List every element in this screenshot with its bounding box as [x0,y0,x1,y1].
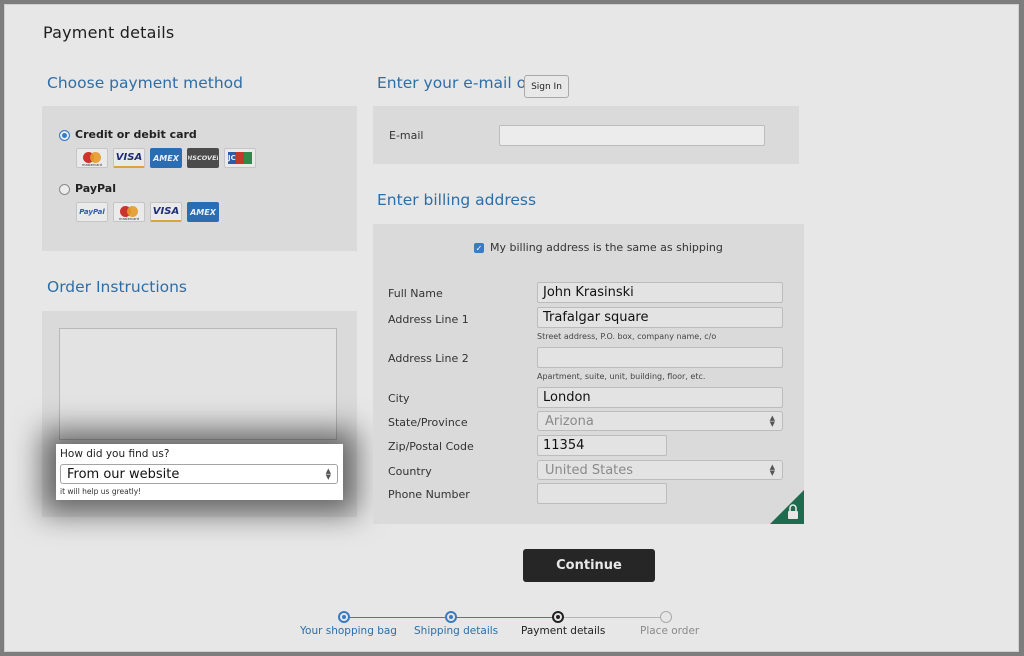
step-label-payment: Payment details [521,625,606,637]
payment-method-panel: Credit or debit card mastercard VISA AME… [42,106,357,251]
phone-input[interactable] [537,483,667,504]
step-dot-shipping[interactable] [445,611,457,623]
email-panel: E-mail [373,106,799,164]
billing-panel: ✓ My billing address is the same as ship… [373,224,804,524]
step-label-shopping-bag[interactable]: Your shopping bag [300,625,397,637]
full-name-input[interactable]: John Krasinski [537,282,783,303]
select-arrows-icon: ▲ ▼ [769,463,775,477]
secure-badge [770,490,804,524]
step-dot-payment [552,611,564,623]
address1-hint: Street address, P.O. box, company name, … [537,332,717,341]
progress-line-done-1 [344,617,451,618]
address2-hint: Apartment, suite, unit, building, floor,… [537,372,706,381]
progress-line-done-2 [451,617,558,618]
same-as-shipping-checkbox[interactable]: ✓ [474,243,484,253]
zip-label: Zip/Postal Code [388,440,474,453]
amex-icon: AMEX [150,148,182,168]
payment-method-heading: Choose payment method [47,74,243,92]
find-us-select[interactable]: From our website ▲ ▼ [60,464,338,484]
state-select[interactable]: Arizona ▲ ▼ [537,411,783,431]
state-selected-value: Arizona [545,413,594,429]
card-radio[interactable] [59,130,70,141]
payment-page: Payment details Choose payment method Cr… [4,4,1019,652]
select-arrows-icon: ▲ ▼ [325,467,331,481]
address1-input[interactable]: Trafalgar square [537,307,783,328]
same-as-shipping-label[interactable]: My billing address is the same as shippi… [490,241,723,254]
step-dot-shopping-bag[interactable] [338,611,350,623]
order-instructions-heading: Order Instructions [47,278,188,296]
address2-label: Address Line 2 [388,352,469,365]
phone-label: Phone Number [388,488,470,501]
mastercard-icon: mastercard [113,202,145,222]
email-label: E-mail [389,129,424,142]
country-label: Country [388,465,432,478]
city-input[interactable]: London [537,387,783,408]
amex-icon: AMEX [187,202,219,222]
paypal-option-label[interactable]: PayPal [75,182,116,195]
find-us-question: How did you find us? [60,448,170,460]
step-label-place-order: Place order [640,625,700,637]
select-arrows-icon: ▲ ▼ [769,414,775,428]
paypal-radio[interactable] [59,184,70,195]
find-us-selected-value: From our website [67,466,180,482]
email-heading: Enter your e-mail or [377,74,533,92]
email-input[interactable] [499,125,765,146]
city-label: City [388,392,410,405]
visa-icon: VISA [113,148,145,168]
address1-label: Address Line 1 [388,313,469,326]
mastercard-icon: mastercard [76,148,108,168]
zip-input[interactable]: 11354 [537,435,667,456]
continue-button[interactable]: Continue [523,549,655,582]
full-name-label: Full Name [388,287,443,300]
address2-input[interactable] [537,347,783,368]
country-select[interactable]: United States ▲ ▼ [537,460,783,480]
step-label-shipping[interactable]: Shipping details [414,625,498,637]
billing-heading: Enter billing address [377,191,537,209]
find-us-note: it will help us greatly! [60,487,142,496]
card-logos: mastercard VISA AMEX DISCOVER JCB [76,148,256,168]
paypal-logos: PayPal mastercard VISA AMEX [76,202,219,222]
page-title: Payment details [43,23,175,42]
state-label: State/Province [388,416,468,429]
paypal-icon: PayPal [76,202,108,222]
card-option-label[interactable]: Credit or debit card [75,128,197,141]
jcb-icon: JCB [224,148,256,168]
order-instructions-textarea[interactable] [59,328,337,440]
progress-line-upcoming [558,617,666,618]
discover-icon: DISCOVER [187,148,219,168]
visa-icon: VISA [150,202,182,222]
sign-in-button[interactable]: Sign In [524,75,569,98]
country-selected-value: United States [545,462,634,478]
find-us-popup: How did you find us? From our website ▲ ▼… [56,444,343,500]
step-dot-place-order [660,611,672,623]
